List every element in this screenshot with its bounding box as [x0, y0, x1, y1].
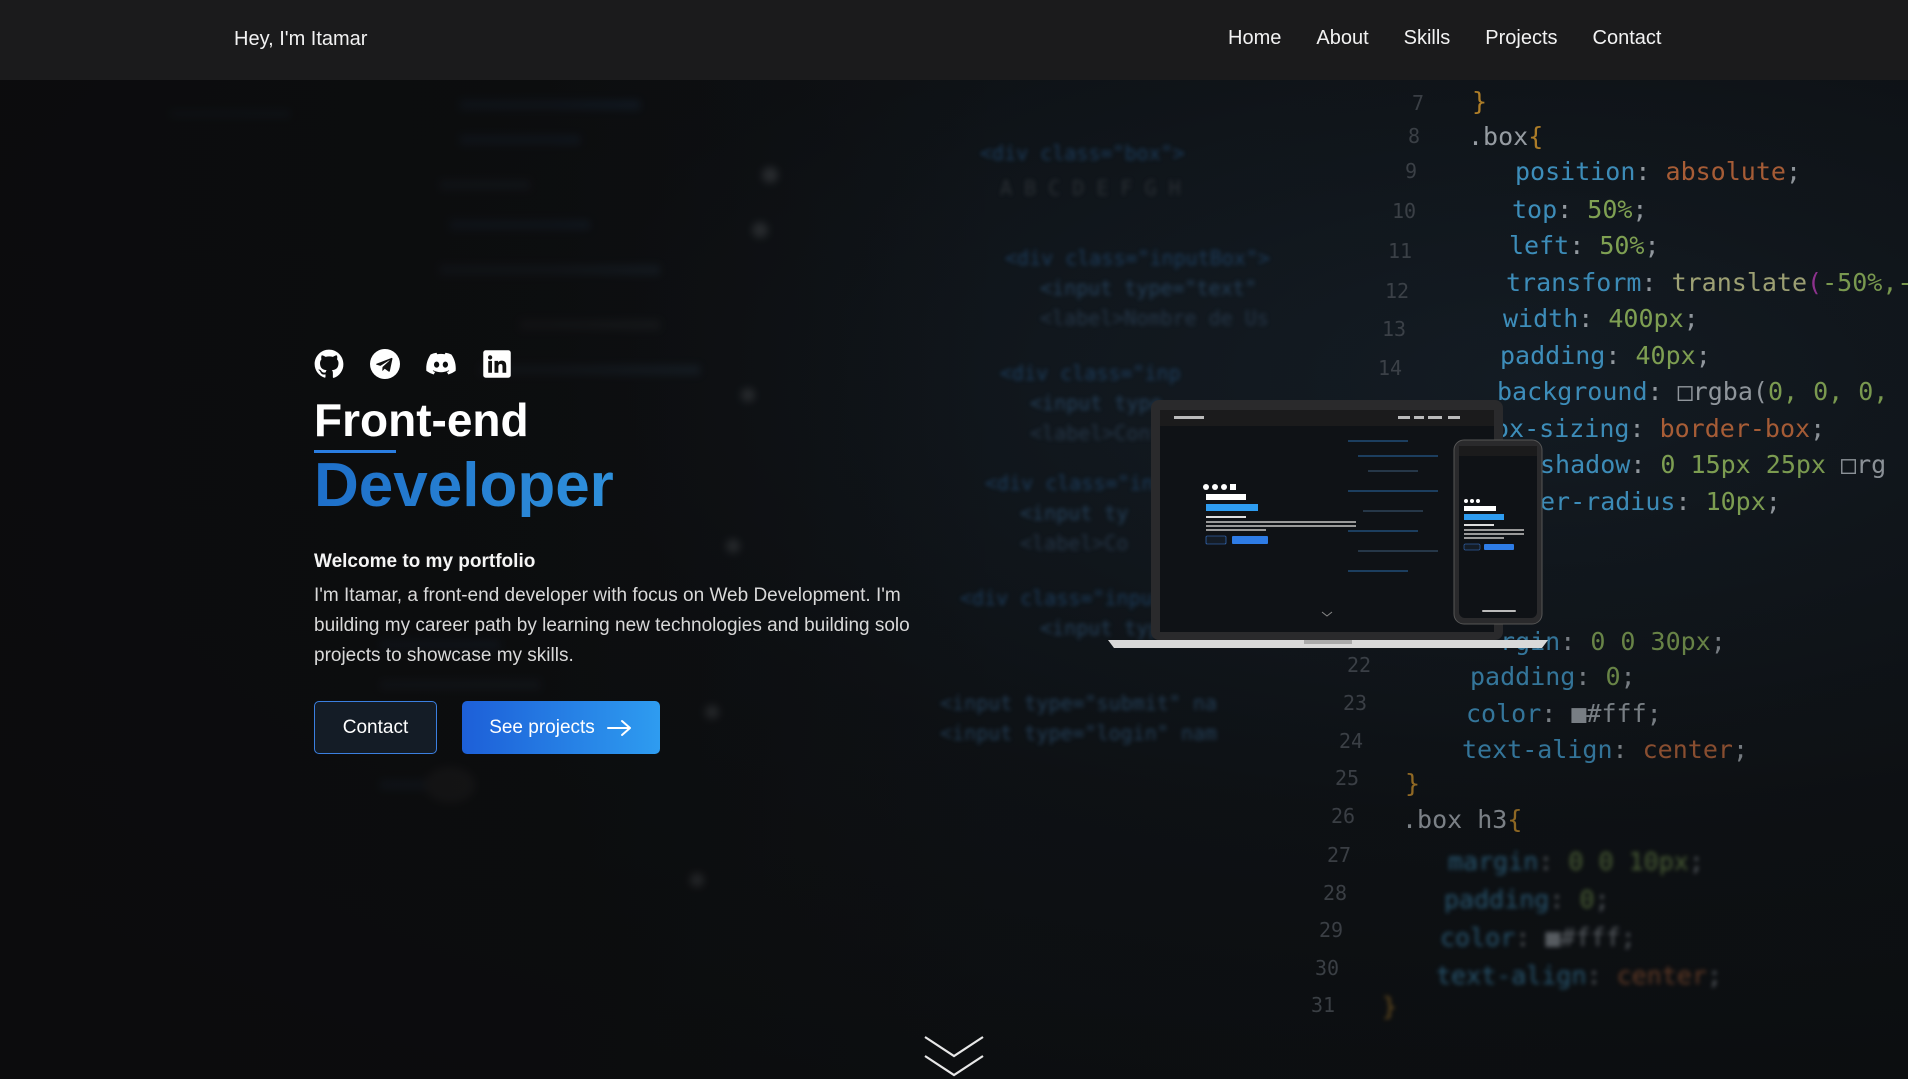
nav-contact-link[interactable]: Contact: [1593, 27, 1662, 50]
nav-home-link[interactable]: Home: [1228, 27, 1281, 50]
linkedin-icon[interactable]: [482, 349, 512, 379]
laptop-phone-preview: [1108, 400, 1548, 648]
arrow-right-icon: [606, 719, 631, 736]
telegram-icon[interactable]: [370, 349, 400, 379]
social-links: [314, 346, 954, 382]
nav-projects-link[interactable]: Projects: [1485, 27, 1557, 50]
contact-button-label: Contact: [342, 716, 409, 738]
discord-icon[interactable]: [426, 349, 456, 379]
nav-skills-link[interactable]: Skills: [1404, 27, 1451, 50]
see-projects-button[interactable]: See projects: [462, 701, 660, 755]
main-nav: Home About Skills Projects Contact: [1228, 27, 1696, 50]
hero-section: Front-end Developer Welcome to my portfo…: [314, 346, 954, 755]
hero-title-line1: Front-end: [314, 394, 529, 446]
contact-button[interactable]: Contact: [314, 701, 437, 755]
hero-description: I'm Itamar, a front-end developer with f…: [314, 585, 910, 667]
top-navigation-bar: Hey, I'm Itamar Home About Skills Projec…: [0, 0, 1908, 80]
scroll-down-chevron-icon[interactable]: [922, 1034, 986, 1079]
github-icon[interactable]: [314, 349, 344, 379]
hero-buttons: Contact See projects: [314, 701, 954, 755]
site-brand[interactable]: Hey, I'm Itamar: [234, 28, 367, 51]
nav-about-link[interactable]: About: [1316, 27, 1368, 50]
see-projects-label: See projects: [489, 716, 595, 738]
welcome-heading: Welcome to my portfolio: [314, 551, 536, 573]
hero-title-line2: Developer: [314, 455, 954, 517]
devices-mockup: [1108, 400, 1548, 652]
